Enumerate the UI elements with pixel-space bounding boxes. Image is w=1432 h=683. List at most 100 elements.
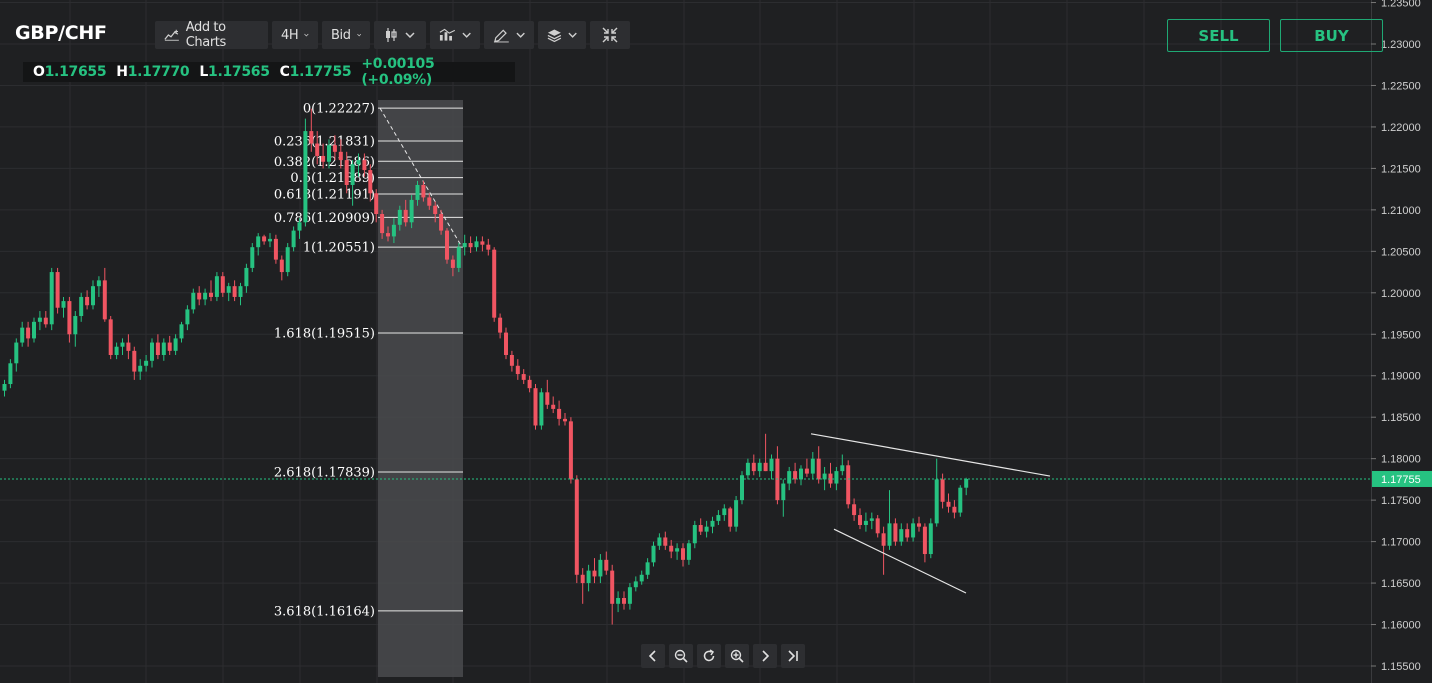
candle-bearish	[669, 539, 674, 559]
chevron-left-icon	[648, 650, 656, 662]
indicators-dropdown[interactable]	[430, 21, 480, 49]
y-tick-label: 1.23500	[1381, 0, 1421, 10]
candle-body	[810, 458, 815, 474]
candle-bullish	[863, 512, 868, 532]
candle-body	[327, 145, 331, 162]
buy-button[interactable]: BUY	[1280, 19, 1383, 52]
candle-bearish	[551, 396, 556, 414]
price-type-dropdown[interactable]: Bid	[322, 21, 370, 49]
candle-body	[793, 471, 798, 480]
candle-body	[8, 363, 13, 385]
candle-bullish	[268, 233, 272, 248]
candle-bullish	[73, 311, 78, 347]
current-price-label: 1.17755	[1381, 474, 1421, 486]
candle-bullish	[120, 338, 125, 355]
candle-body	[958, 487, 963, 513]
candle-bullish	[627, 583, 632, 610]
collapse-arrows-icon	[602, 27, 618, 43]
price-axis[interactable]: 1.23500 1.23000 1.22500 1.22000 1.21500 1.210…	[1371, 0, 1432, 683]
candle-body	[911, 523, 916, 538]
candle-body	[686, 543, 691, 560]
fibonacci-shaded-range	[378, 100, 463, 677]
candle-bearish	[279, 255, 284, 281]
collapse-button[interactable]	[590, 21, 630, 49]
chevron-right-icon	[762, 650, 770, 662]
chevron-down-icon	[405, 32, 415, 38]
candle-bearish	[804, 458, 809, 477]
candle-body	[238, 286, 243, 297]
y-tick-label: 1.21500	[1381, 163, 1421, 175]
candle-body	[185, 309, 190, 325]
candle-body	[675, 548, 680, 552]
candle-bullish	[2, 379, 7, 397]
candle-bullish	[37, 311, 42, 331]
drawing-pen-icon	[493, 29, 509, 43]
candle-body	[197, 292, 202, 300]
candle-bullish	[869, 512, 874, 530]
candle-bullish	[185, 305, 190, 331]
candle-body	[757, 462, 762, 472]
candle-body	[917, 523, 921, 527]
candle-bullish	[633, 576, 638, 592]
scroll-left-button[interactable]	[641, 644, 665, 668]
candle-body	[657, 537, 662, 546]
zoom-in-icon	[730, 649, 744, 663]
drawing-tools-dropdown[interactable]	[484, 21, 534, 49]
zoom-in-button[interactable]	[725, 644, 749, 668]
candle-bullish	[704, 520, 709, 538]
layers-dropdown[interactable]	[538, 21, 586, 49]
candle-bearish	[698, 518, 703, 535]
candle-body	[67, 301, 72, 335]
trendlines[interactable]	[810, 433, 1051, 594]
zoom-out-button[interactable]	[669, 644, 693, 668]
timeframe-dropdown[interactable]: 4H	[272, 21, 318, 49]
candle-bearish	[728, 506, 733, 532]
candle-body	[132, 350, 137, 372]
candle-body	[922, 526, 927, 555]
candle-bearish	[563, 413, 567, 426]
candle-bearish	[574, 475, 579, 584]
candle-bearish	[793, 462, 798, 484]
candle-bearish	[763, 433, 768, 472]
candle-bullish	[32, 317, 36, 343]
candle-bearish	[504, 327, 508, 360]
price-chart[interactable]: 0(1.22227)0.236(1.21831)0.382(1.21586)0.…	[0, 0, 1432, 683]
chart-type-dropdown[interactable]	[374, 21, 426, 49]
sell-button[interactable]: SELL	[1167, 19, 1270, 52]
scroll-right-button[interactable]	[753, 644, 777, 668]
candle-body	[14, 342, 19, 364]
fibonacci-level-label: 0.786(1.20909)	[274, 211, 375, 226]
candle-bullish	[928, 518, 933, 559]
candle-bullish	[173, 334, 178, 355]
candle-bullish	[810, 452, 815, 480]
candle-body	[462, 243, 467, 248]
fibonacci-level-label: 2.618(1.17839)	[274, 466, 375, 481]
chart-toolbar: Add to Charts 4H Bid	[155, 20, 630, 50]
candle-body	[297, 222, 302, 231]
candle-body	[645, 562, 650, 575]
candle-body	[769, 458, 774, 472]
y-tick-label: 1.19500	[1381, 329, 1421, 341]
candle-body	[85, 296, 90, 306]
candle-bearish	[592, 558, 597, 584]
candle-body	[563, 418, 567, 422]
candle-body	[852, 504, 857, 516]
add-to-charts-button[interactable]: Add to Charts	[155, 20, 268, 50]
candle-bullish	[651, 541, 656, 567]
candle-body	[321, 155, 326, 162]
candle-bullish	[96, 276, 101, 297]
candle-body	[55, 272, 60, 308]
candle-body	[456, 247, 461, 268]
candle-bearish	[108, 316, 113, 360]
candle-body	[480, 241, 485, 245]
candle-body	[692, 525, 697, 544]
candle-bullish	[474, 236, 479, 252]
candle-bullish	[161, 338, 166, 361]
reset-button[interactable]	[697, 644, 721, 668]
jump-to-end-button[interactable]	[781, 644, 805, 668]
candle-body	[610, 570, 615, 604]
y-tick-label: 1.17000	[1381, 537, 1421, 549]
y-tick-label: 1.18000	[1381, 454, 1421, 466]
reset-icon	[703, 649, 715, 662]
candle-body	[539, 392, 544, 426]
